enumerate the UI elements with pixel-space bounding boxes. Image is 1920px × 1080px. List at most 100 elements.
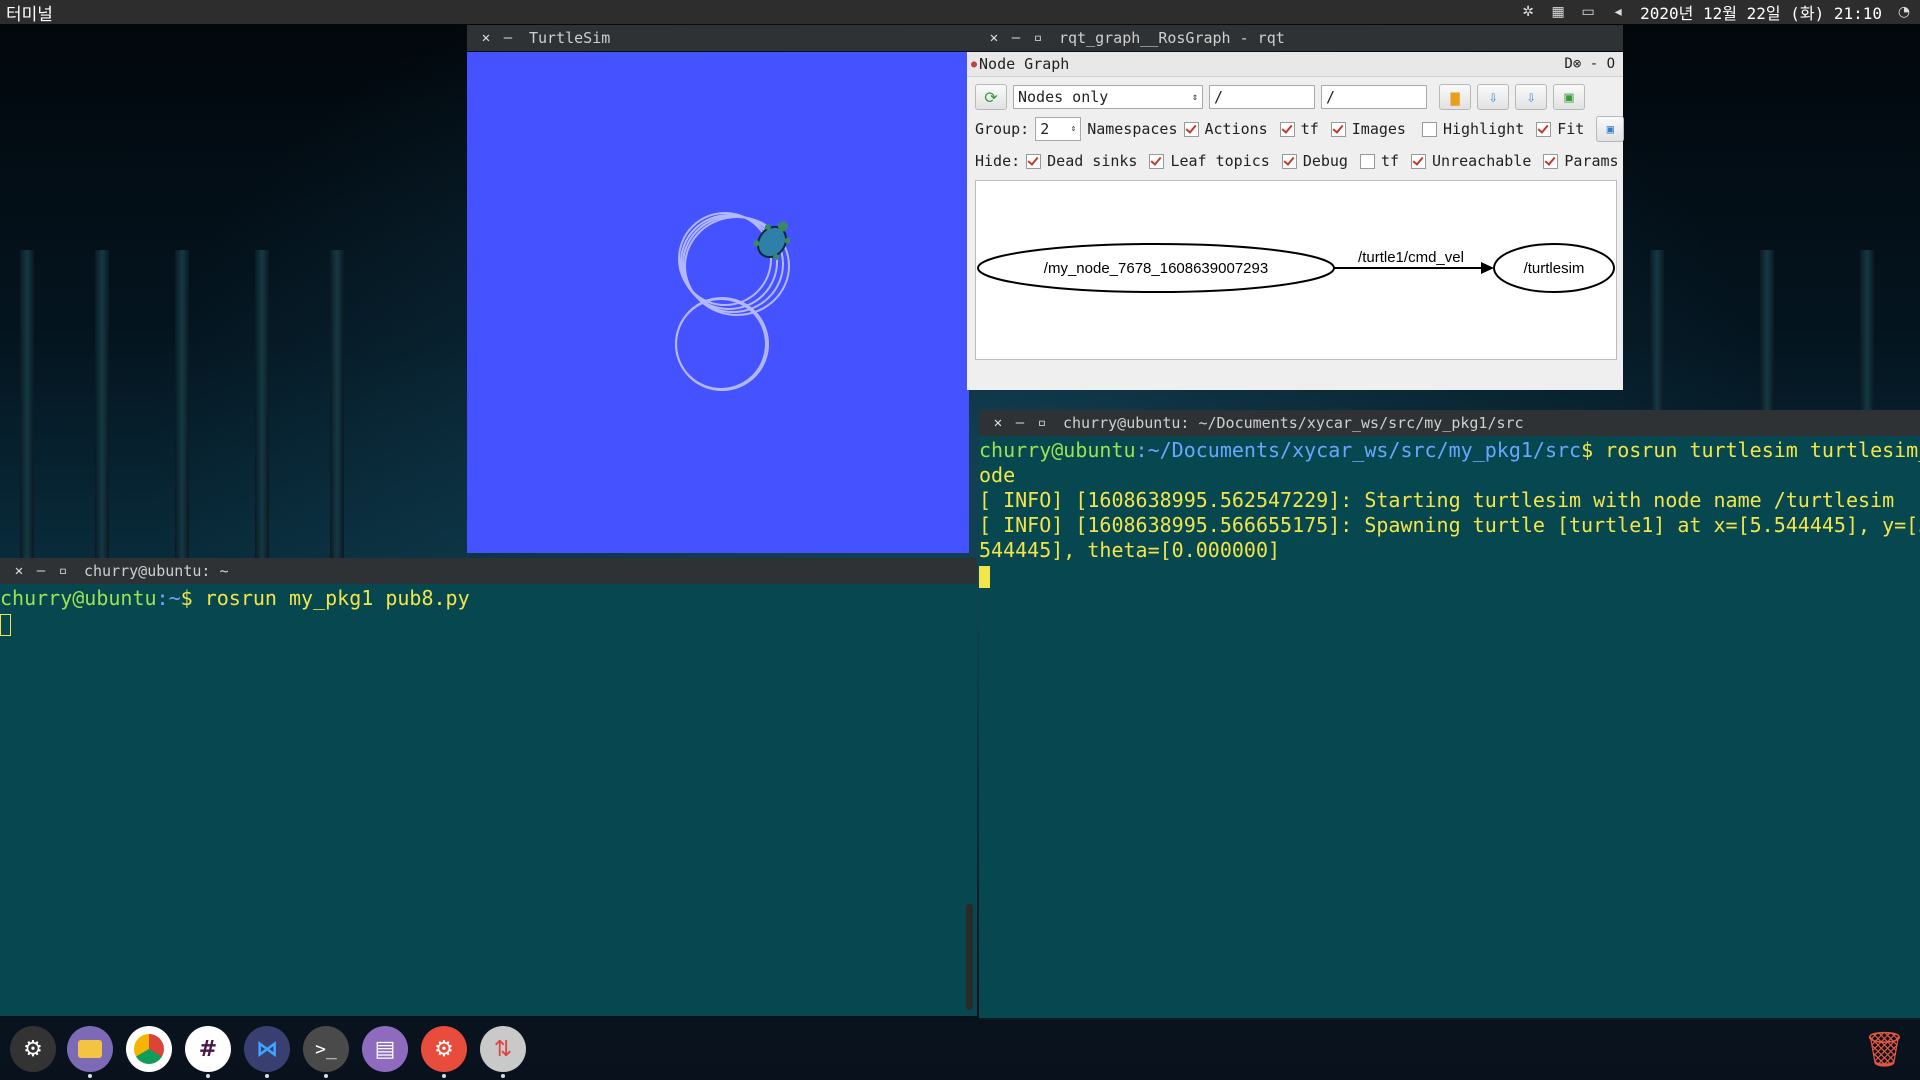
actions-checkbox[interactable] [1183,121,1199,137]
maximize-icon[interactable]: ▫ [52,563,74,579]
namespace-filter-value: / [1214,88,1224,106]
minimize-icon[interactable]: – [497,30,519,46]
leaf-topics-label: Leaf topics [1170,152,1270,170]
graph-node-label: /my_node_7678_1608639007293 [1044,260,1268,277]
prompt-command: $ rosrun my_pkg1 pub8.py [180,586,470,610]
trash-icon[interactable]: 🗑 [1863,1030,1906,1070]
wallpaper-window-frame [1650,250,1664,410]
slack-tray-icon[interactable]: ✲ [1520,4,1536,20]
wallpaper-window-frame [175,250,189,580]
dock: ⚙ # ⋈ >_ ▤ ⚙ ⇅ 🗑 [0,1018,1920,1080]
images-checkbox[interactable] [1330,121,1346,137]
fit-checkbox[interactable] [1536,121,1552,137]
window-title: churry@ubuntu: ~/Documents/xycar_ws/src/… [1063,414,1524,432]
unreachable-label: Unreachable [1432,152,1532,170]
folder-icon: ▆ [1450,88,1460,106]
display-tray-icon[interactable]: ▭ [1580,4,1596,20]
mode-select[interactable]: Nodes only ⇕ [1013,85,1203,109]
panel-controls[interactable]: D⊗ - O [1564,56,1615,72]
active-app-name[interactable]: 터미널 [0,0,53,25]
volume-tray-icon[interactable]: ◂ [1610,4,1626,20]
window-title: TurtleSim [529,29,611,47]
leaf-topics-checkbox[interactable] [1149,153,1165,169]
top-panel: 터미널 ✲ ▦ ▭ ◂ 2020년 12월 22일 (화) 21:10 ◔ [0,0,1920,25]
prompt-path: :~ [156,586,181,610]
dead-sinks-checkbox[interactable] [1026,153,1042,169]
ubuntu-icon[interactable]: ⚙ [10,1026,56,1072]
highlight-checkbox[interactable] [1421,121,1437,137]
close-icon[interactable]: ✕ [987,415,1009,431]
minimize-icon[interactable]: – [30,563,52,579]
fit-icon: ▣ [1606,122,1614,136]
terminal-left-titlebar[interactable]: ✕ – ▫ churry@ubuntu: ~ [0,558,977,584]
group-value: 2 [1040,120,1050,138]
files-icon[interactable] [67,1026,113,1078]
close-icon[interactable]: ✕ [8,563,30,579]
chrome-icon[interactable] [126,1026,172,1072]
turtlesim-titlebar[interactable]: ✕ – TurtleSim [467,25,969,51]
node-graph-canvas[interactable]: /my_node_7678_1608639007293 /turtle1/cmd… [975,180,1617,360]
terminal-icon[interactable]: >_ [303,1026,349,1078]
tf-checkbox[interactable] [1279,121,1295,137]
terminal-right-titlebar[interactable]: ✕ – ▫ churry@ubuntu: ~/Documents/xycar_w… [979,410,1920,436]
ros-graph-diagram: /my_node_7678_1608639007293 /turtle1/cmd… [977,243,1615,293]
terminal-line: [ INFO] [1608638995.562547229]: Starting… [979,488,1895,512]
refresh-button[interactable]: ⟳ [975,84,1007,110]
terminal-line: churry@ubuntu:~$ rosrun my_pkg1 pub8.py [0,586,977,611]
text-editor-icon[interactable]: ▤ [362,1026,408,1072]
power-tray-icon[interactable]: ◔ [1896,4,1912,20]
group-spinbox[interactable]: 2 ⇕ [1035,117,1082,141]
save-dot-button[interactable]: ⇩ [1477,84,1509,110]
hide-label: Hide: [975,152,1021,170]
clock[interactable]: 2020년 12월 22일 (화) 21:10 [1640,0,1882,24]
minimize-icon[interactable]: – [1009,415,1031,431]
prompt-user: churry@ubuntu [979,438,1136,462]
topic-filter-input[interactable]: / [1321,85,1427,109]
namespace-filter-input[interactable]: / [1209,85,1315,109]
graph-edge-arrow [1481,262,1494,274]
toolbar-row: ⟳ Nodes only ⇕ / / ▆ ⇩ ⇩ ▣ [975,84,1585,110]
maximize-icon[interactable]: ▫ [1027,30,1049,46]
unreachable-checkbox[interactable] [1411,153,1427,169]
images-label: Images [1351,120,1406,138]
terminal-line: [ INFO] [1608638995.566655175]: Spawning… [979,513,1920,537]
minimize-icon[interactable]: – [1005,30,1027,46]
scrollbar[interactable] [966,904,973,1010]
terminal-line [0,611,977,636]
tf-label: tf [1300,120,1319,138]
highlight-label: Highlight [1442,120,1525,138]
terminal-left[interactable]: churry@ubuntu:~$ rosrun my_pkg1 pub8.py [0,584,977,1016]
terminal-line: churry@ubuntu:~/Documents/xycar_ws/src/m… [979,438,1920,463]
terminal-cursor [979,565,990,588]
params-checkbox[interactable] [1543,153,1559,169]
fit-label: Fit [1557,120,1585,138]
updater-icon[interactable]: ⇅ [480,1026,526,1078]
slack-icon[interactable]: # [185,1026,231,1078]
terminal-right[interactable]: churry@ubuntu:~/Documents/xycar_ws/src/m… [979,436,1920,1020]
settings-icon[interactable]: ⚙ [421,1026,467,1078]
download-icon: ⇩ [1526,88,1536,106]
prompt-command: $ rosrun turtlesim turtlesim_n [1581,438,1920,462]
rqt-window: ● Node Graph D⊗ - O ⟳ Nodes only ⇕ / / ▆… [967,52,1625,390]
save-image-button[interactable]: ▣ [1553,84,1585,110]
download-icon: ⇩ [1488,88,1498,106]
debug-checkbox[interactable] [1281,153,1297,169]
fit-in-view-button[interactable]: ▣ [1596,116,1625,142]
close-icon[interactable]: ✕ [475,30,497,46]
close-icon[interactable]: ✕ [983,30,1005,46]
rqt-titlebar[interactable]: ✕ – ▫ rqt_graph__RosGraph - rqt [967,25,1623,51]
hide-tf-checkbox[interactable] [1359,153,1375,169]
terminal-line: ode [979,463,1016,487]
vscode-icon[interactable]: ⋈ [244,1026,290,1078]
prompt-path: :~/Documents/xycar_ws/src/my_pkg1/src [1135,438,1582,462]
save-svg-button[interactable]: ⇩ [1515,84,1547,110]
spin-arrows-icon: ⇕ [1070,124,1077,134]
actions-label: Actions [1204,120,1268,138]
wallpaper-window-frame [20,250,34,580]
load-dot-button[interactable]: ▆ [1439,84,1471,110]
maximize-icon[interactable]: ▫ [1031,415,1053,431]
turtlesim-canvas [467,52,969,553]
keyboard-tray-icon[interactable]: ▦ [1550,4,1566,20]
chevron-updown-icon: ⇕ [1191,91,1198,103]
options-row: Group: 2 ⇕ Namespaces Actions tf Images … [975,116,1625,142]
